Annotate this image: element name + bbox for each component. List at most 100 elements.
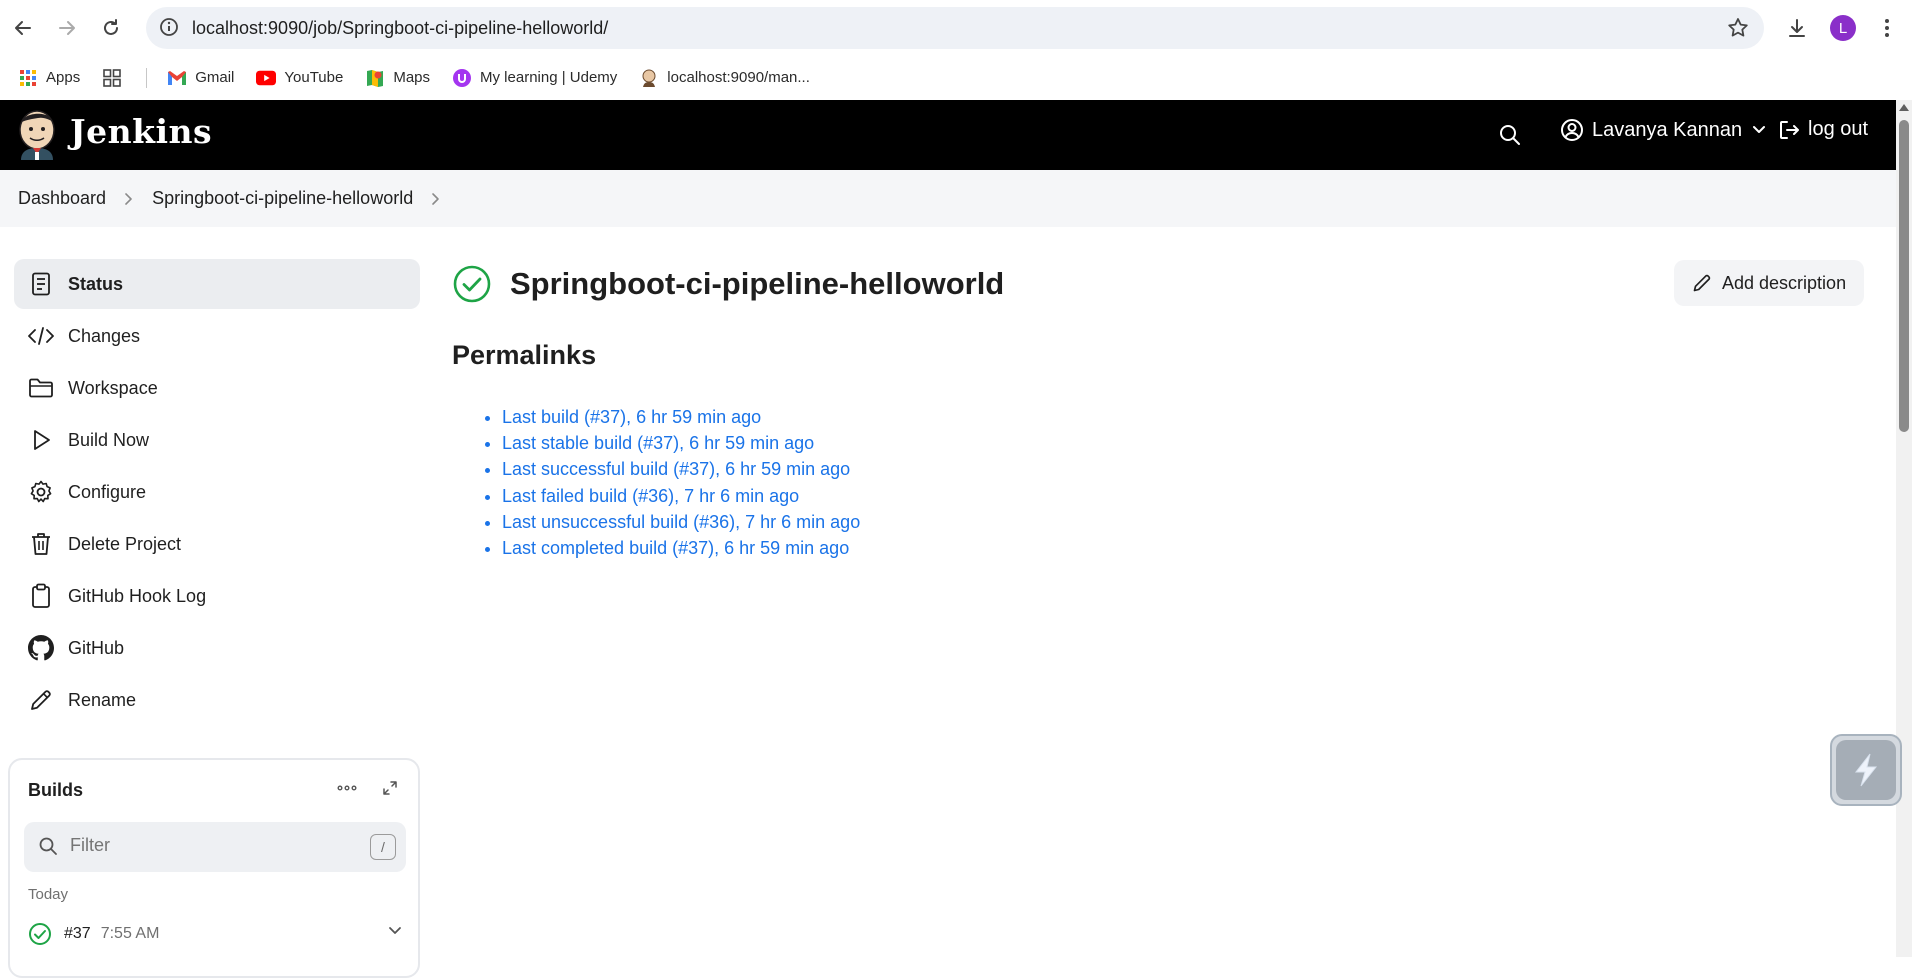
site-info-icon[interactable] <box>158 16 180 38</box>
list-item: Last unsuccessful build (#36), 7 hr 6 mi… <box>502 509 860 535</box>
floating-extension-widget[interactable] <box>1830 734 1902 806</box>
sidebar-item-build-now[interactable]: Build Now <box>14 415 420 465</box>
scroll-up-arrow-icon[interactable] <box>1899 104 1909 111</box>
permalink-last-unsuccessful-build[interactable]: Last unsuccessful build (#36), 7 hr 6 mi… <box>502 512 860 532</box>
sidebar-item-status[interactable]: Status <box>14 259 420 309</box>
bookmark-label: Apps <box>46 69 81 86</box>
breadcrumb-job[interactable]: Springboot-ci-pipeline-helloworld <box>152 188 413 209</box>
sidebar-item-github-hook-log[interactable]: GitHub Hook Log <box>14 571 420 621</box>
sidebar-item-github[interactable]: GitHub <box>14 623 420 673</box>
arrow-right-icon <box>59 21 75 35</box>
more-options-button[interactable] <box>336 780 358 796</box>
udemy-icon <box>452 68 472 88</box>
back-button[interactable] <box>6 11 40 45</box>
builds-panel: Builds / Today #37 7:55 AM <box>8 758 420 978</box>
filter-input[interactable] <box>70 835 350 856</box>
bookmark-label: Gmail <box>195 69 235 86</box>
gear-icon <box>28 479 54 505</box>
scrollbar-thumb[interactable] <box>1899 120 1909 432</box>
list-item: Last successful build (#37), 6 hr 59 min… <box>502 456 860 482</box>
bookmark-label: Maps <box>393 69 431 86</box>
reload-icon <box>104 19 118 35</box>
jenkins-logo-icon[interactable] <box>16 108 58 162</box>
add-description-label: Add description <box>1722 272 1847 293</box>
browser-toolbar: localhost:9090/job/Springboot-ci-pipelin… <box>0 0 1912 56</box>
logout-icon <box>1780 120 1799 139</box>
add-description-button[interactable]: Add description <box>1674 260 1864 306</box>
bookmark-youtube[interactable]: YouTube <box>256 68 343 88</box>
page-title: Springboot-ci-pipeline-helloworld <box>510 266 1005 301</box>
search-icon <box>38 836 58 856</box>
jenkins-favicon-icon <box>639 68 659 88</box>
clipboard-icon <box>28 583 54 609</box>
more-horizontal-icon <box>337 785 357 791</box>
code-icon <box>28 323 54 349</box>
kebab-menu-icon <box>1885 19 1889 37</box>
jenkins-header: Jenkins Lavanya Kannan log out <box>0 100 1896 170</box>
list-item: Last completed build (#37), 6 hr 59 min … <box>502 535 860 561</box>
arrow-left-icon <box>15 21 31 35</box>
chevron-right-icon[interactable] <box>431 192 441 206</box>
permalinks-list: Last build (#37), 6 hr 59 min ago Last s… <box>482 404 860 561</box>
search-button[interactable] <box>1498 123 1522 147</box>
document-icon <box>28 271 54 297</box>
maps-icon <box>365 68 385 88</box>
user-name: Lavanya Kannan <box>1592 118 1743 141</box>
build-row[interactable]: #37 7:55 AM <box>28 920 408 948</box>
user-menu[interactable]: Lavanya Kannan <box>1560 118 1766 142</box>
permalink-last-build[interactable]: Last build (#37), 6 hr 59 min ago <box>502 407 761 427</box>
sidebar-item-label: Build Now <box>68 429 150 450</box>
bookmark-udemy[interactable]: My learning | Udemy <box>452 68 617 88</box>
sidebar-item-changes[interactable]: Changes <box>14 311 420 361</box>
address-bar[interactable]: localhost:9090/job/Springboot-ci-pipelin… <box>146 7 1764 49</box>
search-icon <box>1500 125 1520 145</box>
url-text[interactable]: localhost:9090/job/Springboot-ci-pipelin… <box>192 18 608 39</box>
sidebar-item-workspace[interactable]: Workspace <box>14 363 420 413</box>
browser-menu-button[interactable] <box>1870 11 1904 45</box>
chevron-down-icon[interactable] <box>388 926 402 936</box>
page-scrollbar[interactable] <box>1896 100 1912 957</box>
build-number[interactable]: #37 <box>64 925 91 943</box>
avatar: L <box>1830 15 1856 41</box>
forward-button[interactable] <box>50 11 84 45</box>
bookmark-gmail[interactable]: Gmail <box>167 68 234 88</box>
bookmark-maps[interactable]: Maps <box>365 68 430 88</box>
build-time: 7:55 AM <box>100 925 160 942</box>
job-heading: Springboot-ci-pipeline-helloworld <box>452 264 1004 304</box>
github-icon <box>28 635 54 661</box>
profile-button[interactable]: L <box>1826 11 1860 45</box>
sidebar-item-label: GitHub Hook Log <box>68 585 207 606</box>
sidebar-item-rename[interactable]: Rename <box>14 675 420 725</box>
bookmark-label: localhost:9090/man... <box>667 69 810 86</box>
downloads-button[interactable] <box>1780 11 1814 45</box>
builds-filter: / <box>24 822 406 872</box>
permalink-last-failed-build[interactable]: Last failed build (#36), 7 hr 6 min ago <box>502 486 799 506</box>
extension-logo-icon <box>1836 740 1896 800</box>
permalink-last-completed-build[interactable]: Last completed build (#37), 6 hr 59 min … <box>502 538 849 558</box>
chevron-down-icon <box>1752 125 1766 135</box>
breadcrumb-dashboard[interactable]: Dashboard <box>18 188 106 209</box>
bookmark-separator <box>146 67 148 88</box>
logout-link[interactable]: log out <box>1778 118 1868 141</box>
permalink-last-successful-build[interactable]: Last successful build (#37), 6 hr 59 min… <box>502 459 850 479</box>
sidebar-item-delete-project[interactable]: Delete Project <box>14 519 420 569</box>
breadcrumb: Dashboard Springboot-ci-pipeline-hellowo… <box>0 170 1896 227</box>
expand-button[interactable] <box>382 780 398 796</box>
pencil-icon <box>1693 274 1711 292</box>
app-title[interactable]: Jenkins <box>70 112 212 151</box>
bookmark-label: My learning | Udemy <box>480 69 618 86</box>
sidebar-item-label: GitHub <box>68 637 125 658</box>
user-circle-icon <box>1560 118 1584 142</box>
reload-button[interactable] <box>94 11 128 45</box>
list-item: Last stable build (#37), 6 hr 59 min ago <box>502 430 860 456</box>
list-item: Last failed build (#36), 7 hr 6 min ago <box>502 483 860 509</box>
bookmark-localhost[interactable]: localhost:9090/man... <box>639 68 810 88</box>
permalink-last-stable-build[interactable]: Last stable build (#37), 6 hr 59 min ago <box>502 433 814 453</box>
sidebar-item-configure[interactable]: Configure <box>14 467 420 517</box>
youtube-icon <box>256 68 277 88</box>
bookmark-tab-groups[interactable] <box>102 68 130 88</box>
success-check-icon <box>452 264 492 304</box>
sidebar-item-label: Configure <box>68 481 147 502</box>
bookmark-star-icon[interactable] <box>1726 16 1750 40</box>
bookmark-apps[interactable]: Apps <box>18 68 80 88</box>
